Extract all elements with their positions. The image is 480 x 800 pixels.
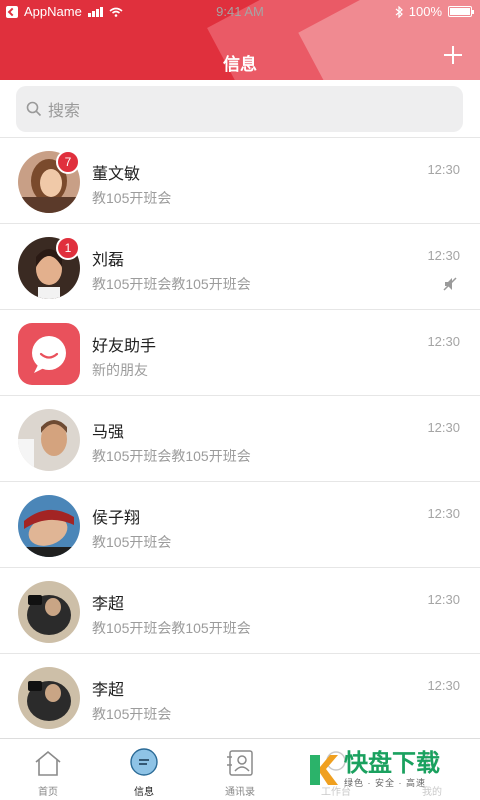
message-preview: 教105开班会	[92, 190, 172, 206]
list-item[interactable]: 李超 教105开班会教105开班会 12:30	[0, 568, 480, 654]
avatar	[18, 495, 80, 557]
contact-name: 马强	[92, 424, 125, 441]
search-placeholder: 搜索	[48, 103, 81, 120]
list-item[interactable]: 侯子翔 教105开班会 12:30	[0, 482, 480, 568]
message-preview: 教105开班会教105开班会	[92, 620, 251, 636]
message-time: 12:30	[427, 592, 460, 607]
search-input[interactable]: 搜索	[16, 86, 463, 132]
unread-badge: 1	[56, 236, 80, 260]
header: AppName 9:41 AM 100% 信息	[0, 0, 480, 80]
list-item[interactable]: 7 董文敏 教105开班会 12:30	[0, 138, 480, 224]
battery-icon	[448, 6, 474, 17]
avatar	[18, 581, 80, 643]
search-bar: 搜索	[0, 80, 480, 138]
bluetooth-icon	[395, 5, 403, 18]
contacts-icon	[227, 750, 253, 776]
message-list: 7 董文敏 教105开班会 12:30 1 刘磊 教105开班会教105开班会 …	[0, 138, 480, 740]
friend-helper-icon	[18, 323, 80, 385]
tab-contacts[interactable]: 通讯录	[192, 739, 288, 800]
watermark-logo: 快盘下载 绿色 · 安全 · 高速	[308, 742, 478, 798]
contact-name: 李超	[92, 596, 125, 613]
message-time: 12:30	[427, 506, 460, 521]
unread-badge: 7	[56, 150, 80, 174]
message-time: 12:30	[427, 420, 460, 435]
home-icon	[35, 750, 61, 776]
search-icon	[26, 101, 42, 117]
avatar	[18, 667, 80, 729]
tab-label: 首页	[38, 787, 58, 798]
contact-name: 侯子翔	[92, 510, 141, 527]
mute-icon	[443, 277, 457, 291]
add-icon[interactable]	[444, 46, 462, 64]
message-icon	[130, 748, 158, 776]
watermark-k-icon	[310, 755, 338, 785]
contact-name: 董文敏	[92, 166, 141, 183]
tab-home[interactable]: 首页	[0, 739, 96, 800]
message-preview: 教105开班会	[92, 534, 172, 550]
message-time: 12:30	[427, 678, 460, 693]
message-preview: 新的朋友	[92, 362, 148, 378]
message-time: 12:30	[427, 334, 460, 349]
message-time: 12:30	[427, 248, 460, 263]
contact-name: 李超	[92, 682, 125, 699]
list-item[interactable]: 1 刘磊 教105开班会教105开班会 12:30	[0, 224, 480, 310]
status-bar: AppName 9:41 AM 100%	[0, 0, 480, 24]
message-time: 12:30	[427, 162, 460, 177]
watermark-title: 快盘下载	[344, 749, 440, 777]
battery-percent: 100%	[408, 4, 442, 19]
contact-name: 刘磊	[92, 252, 125, 269]
watermark-tagline: 绿色 · 安全 · 高速	[344, 777, 426, 788]
list-item[interactable]: 好友助手 新的朋友 12:30	[0, 310, 480, 396]
list-item[interactable]: 李超 教105开班会 12:30	[0, 654, 480, 740]
message-preview: 教105开班会教105开班会	[92, 276, 251, 292]
tab-label: 信息	[134, 787, 154, 798]
avatar	[18, 409, 80, 471]
message-preview: 教105开班会	[92, 706, 172, 722]
message-preview: 教105开班会教105开班会	[92, 448, 251, 464]
page-title: 信息	[223, 55, 257, 74]
tab-messages[interactable]: 信息	[96, 739, 192, 800]
contact-name: 好友助手	[92, 338, 157, 355]
list-item[interactable]: 马强 教105开班会教105开班会 12:30	[0, 396, 480, 482]
tab-label: 通讯录	[225, 787, 255, 798]
